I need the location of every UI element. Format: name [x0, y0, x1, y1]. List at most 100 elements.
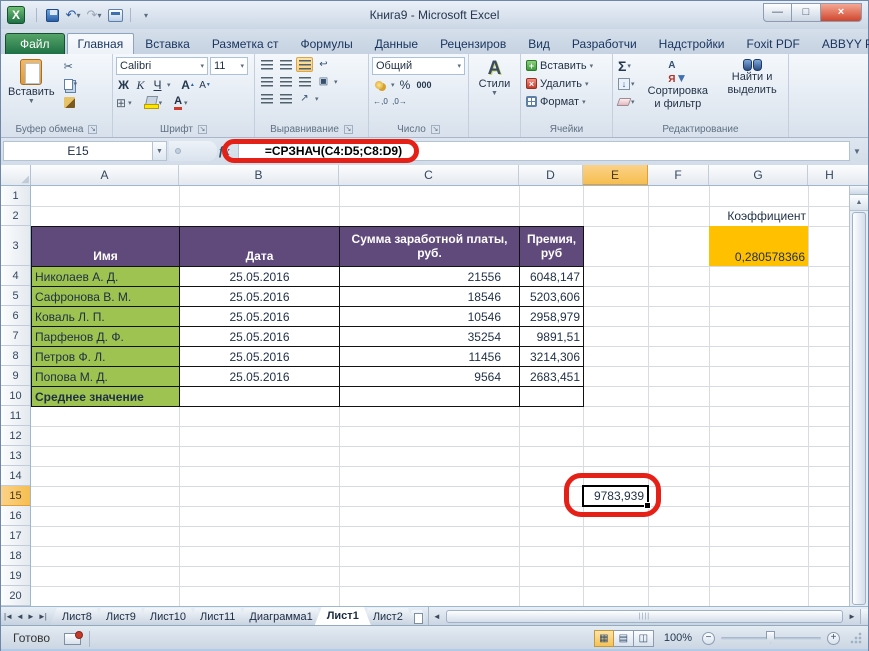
align-middle-button[interactable] [277, 57, 294, 72]
tab-data[interactable]: Данные [364, 33, 429, 54]
sheet-tab-diagram1[interactable]: Диаграмма1 [237, 608, 324, 625]
row-header[interactable]: 3 [1, 226, 30, 266]
zoom-slider[interactable] [721, 637, 821, 640]
zoom-slider-thumb[interactable] [766, 631, 775, 644]
cut-button[interactable]: ✂ [62, 58, 80, 74]
font-color-icon[interactable]: А [174, 95, 182, 110]
coefficient-label-cell[interactable]: Коэффициент [709, 206, 808, 226]
col-header-e-selected[interactable]: E [583, 165, 648, 185]
cell-salary[interactable]: 10546 [340, 307, 520, 327]
select-all-corner[interactable] [1, 165, 31, 185]
cell-name[interactable]: Николаев А. Д. [32, 267, 180, 287]
row-header[interactable]: 5 [1, 286, 30, 306]
split-handle[interactable] [850, 186, 868, 195]
expand-formula-bar-icon[interactable]: ▼ [850, 147, 864, 156]
font-family-select[interactable]: Calibri▾ [116, 57, 208, 75]
tab-split-handle[interactable] [860, 609, 868, 624]
cell-name[interactable]: Парфенов Д. Ф. [32, 327, 180, 347]
col-header-d[interactable]: D [519, 165, 583, 185]
underline-button[interactable]: Ч [150, 77, 165, 93]
cell-name[interactable]: Коваль Л. П. [32, 307, 180, 327]
cell-salary[interactable]: 18546 [340, 287, 520, 307]
align-left-button[interactable] [258, 74, 275, 89]
table-header-premium[interactable]: Премия, руб [520, 227, 584, 267]
wrap-text-button[interactable]: ↩ [315, 57, 332, 72]
normal-view-button[interactable]: ▦ [594, 630, 614, 647]
grow-font-button[interactable]: А [181, 77, 196, 93]
cell-date[interactable]: 25.05.2016 [180, 267, 340, 287]
dialog-launcher-icon[interactable]: ↘ [431, 125, 440, 134]
insert-function-button[interactable]: fx [217, 143, 238, 159]
row-header[interactable]: 17 [1, 526, 30, 546]
horizontal-scrollbar[interactable]: ◄ |||| ► [428, 607, 868, 625]
cell-date[interactable]: 25.05.2016 [180, 367, 340, 387]
zoom-level[interactable]: 100% [660, 632, 696, 644]
find-select-button[interactable]: Найти и выделить [719, 57, 785, 122]
cell-name[interactable]: Сафронова В. М. [32, 287, 180, 307]
number-format-select[interactable]: Общий▾ [372, 57, 465, 75]
delete-cells-button[interactable]: ×Удалить▾ [524, 75, 609, 92]
align-top-button[interactable] [258, 57, 275, 72]
cell-empty[interactable] [340, 387, 520, 407]
col-header-f[interactable]: F [648, 165, 709, 185]
row-header[interactable]: 9 [1, 366, 30, 386]
page-layout-view-button[interactable]: ▤ [614, 630, 634, 647]
cell-empty[interactable] [520, 387, 584, 407]
row-header[interactable]: 7 [1, 326, 30, 346]
cell-salary[interactable]: 11456 [340, 347, 520, 367]
vertical-scrollbar[interactable]: ▲ [849, 186, 868, 606]
close-button[interactable]: × [821, 3, 862, 22]
clear-button[interactable]: ▾ [616, 94, 637, 110]
col-header-b[interactable]: B [179, 165, 339, 185]
format-cells-button[interactable]: Формат▾ [524, 93, 609, 110]
currency-format-button[interactable] [372, 77, 389, 92]
decrease-indent-button[interactable] [258, 91, 275, 106]
col-header-a[interactable]: A [31, 165, 179, 185]
cell-name[interactable]: Попова М. Д. [32, 367, 180, 387]
row-header[interactable]: 14 [1, 466, 30, 486]
save-button[interactable] [43, 6, 61, 24]
row-header[interactable]: 2 [1, 206, 30, 226]
vertical-scroll-thumb[interactable] [852, 212, 866, 605]
scroll-up-icon[interactable]: ▲ [850, 195, 868, 211]
next-sheet-icon[interactable]: ► [27, 612, 34, 621]
minimize-button[interactable]: — [763, 3, 792, 22]
active-cell-e15[interactable]: 9783,939 [582, 485, 649, 507]
autosum-button[interactable]: Σ▾ [616, 58, 637, 74]
cell-date[interactable]: 25.05.2016 [180, 307, 340, 327]
col-header-g[interactable]: G [709, 165, 808, 185]
table-header-name[interactable]: Имя [32, 227, 180, 267]
first-sheet-icon[interactable]: |◄ [4, 612, 12, 621]
table-header-date[interactable]: Дата [180, 227, 340, 267]
format-painter-button[interactable] [62, 94, 80, 110]
excel-app-icon[interactable]: X [7, 6, 25, 24]
last-sheet-icon[interactable]: ►| [38, 612, 46, 621]
row-header[interactable]: 10 [1, 386, 30, 406]
orientation-button[interactable]: ↗ [296, 91, 313, 106]
row-header[interactable]: 18 [1, 546, 30, 566]
cell-premium[interactable]: 6048,147 [520, 267, 584, 287]
zoom-in-button[interactable]: + [827, 632, 840, 645]
percent-format-button[interactable]: % [397, 77, 414, 92]
macro-record-icon[interactable] [64, 633, 81, 645]
scroll-right-icon[interactable]: ► [844, 612, 860, 621]
undo-button[interactable]: ↶▾ [64, 6, 82, 24]
decrease-decimal-button[interactable]: ,0→ [391, 94, 408, 109]
row-header[interactable]: 4 [1, 266, 30, 286]
styles-button[interactable]: А Стили ▼ [475, 57, 515, 122]
cell-average-label[interactable]: Среднее значение [32, 387, 180, 407]
scroll-left-icon[interactable]: ◄ [429, 612, 445, 621]
name-box-dropdown[interactable]: ▼ [153, 141, 167, 161]
prev-sheet-icon[interactable]: ◄ [16, 612, 23, 621]
fill-color-icon[interactable] [144, 96, 157, 109]
dialog-launcher-icon[interactable]: ↘ [344, 125, 353, 134]
cell-name[interactable]: Петров Ф. Л. [32, 347, 180, 367]
thousands-format-button[interactable]: 000 [416, 77, 433, 92]
font-size-select[interactable]: 11▾ [210, 57, 248, 75]
tab-view[interactable]: Вид [517, 33, 561, 54]
row-header[interactable]: 13 [1, 446, 30, 466]
tab-addins[interactable]: Надстройки [648, 33, 736, 54]
row-header[interactable]: 8 [1, 346, 30, 366]
cell-date[interactable]: 25.05.2016 [180, 347, 340, 367]
restore-button[interactable]: □ [792, 3, 821, 22]
